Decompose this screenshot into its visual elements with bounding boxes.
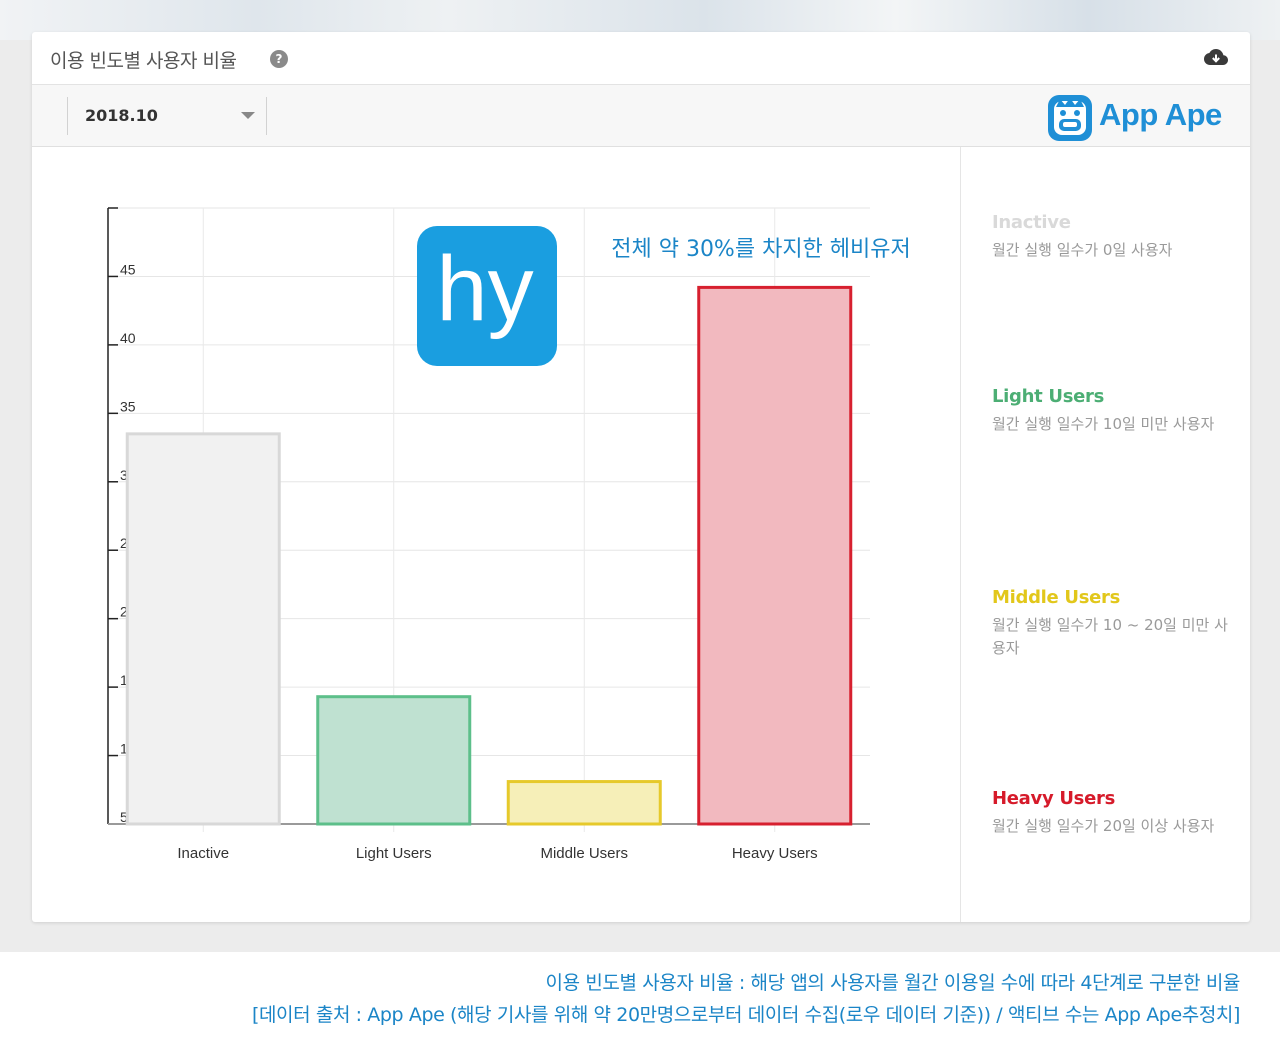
bar-middle-users	[506, 780, 662, 826]
legend-name: Light Users	[992, 386, 1105, 407]
bar-light-users	[316, 695, 472, 826]
legend-item-heavy-users: Heavy Users 월간 실행 일수가 20일 이상 사용자	[992, 788, 1232, 838]
cloud-download-icon[interactable]	[1204, 47, 1228, 69]
bar-chart: 51015202530354045 InactiveLight UsersMid…	[107, 207, 911, 862]
y-tick-label: 35	[120, 398, 136, 414]
brand-name: App Ape	[1099, 97, 1222, 132]
bar-heavy-users	[697, 285, 853, 826]
legend-desc: 월간 실행 일수가 10일 미만 사용자	[992, 415, 1215, 433]
bar-inactive	[125, 432, 281, 826]
legend-item-inactive: Inactive 월간 실행 일수가 0일 사용자	[992, 212, 1232, 262]
bars	[125, 285, 853, 826]
caption-line-1: 이용 빈도별 사용자 비율 : 해당 앱의 사용자를 월간 이용일 수에 따라 …	[545, 972, 1241, 994]
hy-app-icon: hy	[417, 226, 557, 366]
caption: 이용 빈도별 사용자 비율 : 해당 앱의 사용자를 월간 이용일 수에 따라 …	[0, 952, 1280, 1038]
app-ape-logo-icon	[1048, 95, 1092, 141]
legend-name: Heavy Users	[992, 788, 1115, 809]
x-tick-label: Middle Users	[540, 845, 628, 862]
legend-name: Middle Users	[992, 587, 1121, 608]
x-tick-label: Inactive	[177, 845, 229, 862]
legend-desc: 월간 실행 일수가 20일 이상 사용자	[992, 817, 1215, 835]
caption-line-2: [데이터 출처 : App Ape (해당 기사를 위해 약 20만명으로부터 …	[251, 1004, 1240, 1026]
x-axis-labels: Inactive Light Users Middle Users Heavy Use…	[177, 845, 817, 862]
y-tick-label: 40	[120, 330, 136, 346]
legend-divider	[960, 147, 961, 922]
legend-desc: 월간 실행 일수가 10 ~ 20일 미만 사용자	[992, 616, 1228, 657]
user-frequency-card: 이용 빈도별 사용자 비율 ? 2018.10 App Ape 5 35 40 …	[32, 32, 1250, 922]
y-tick-label: 45	[120, 261, 136, 277]
x-tick-label: Heavy Users	[732, 845, 818, 862]
legend-name: Inactive	[992, 212, 1071, 233]
legend-item-light-users: Light Users 월간 실행 일수가 10일 미만 사용자	[992, 386, 1232, 436]
app-icon-text: hy	[436, 238, 533, 340]
legend-desc: 월간 실행 일수가 0일 사용자	[992, 241, 1173, 259]
legend-item-middle-users: Middle Users 월간 실행 일수가 10 ~ 20일 미만 사용자	[992, 587, 1232, 660]
chart-annotation: 전체 약 30%를 차지한 헤비유저	[611, 237, 911, 262]
app-ape-brand: App Ape	[1046, 89, 1242, 145]
x-tick-label: Light Users	[356, 845, 432, 862]
